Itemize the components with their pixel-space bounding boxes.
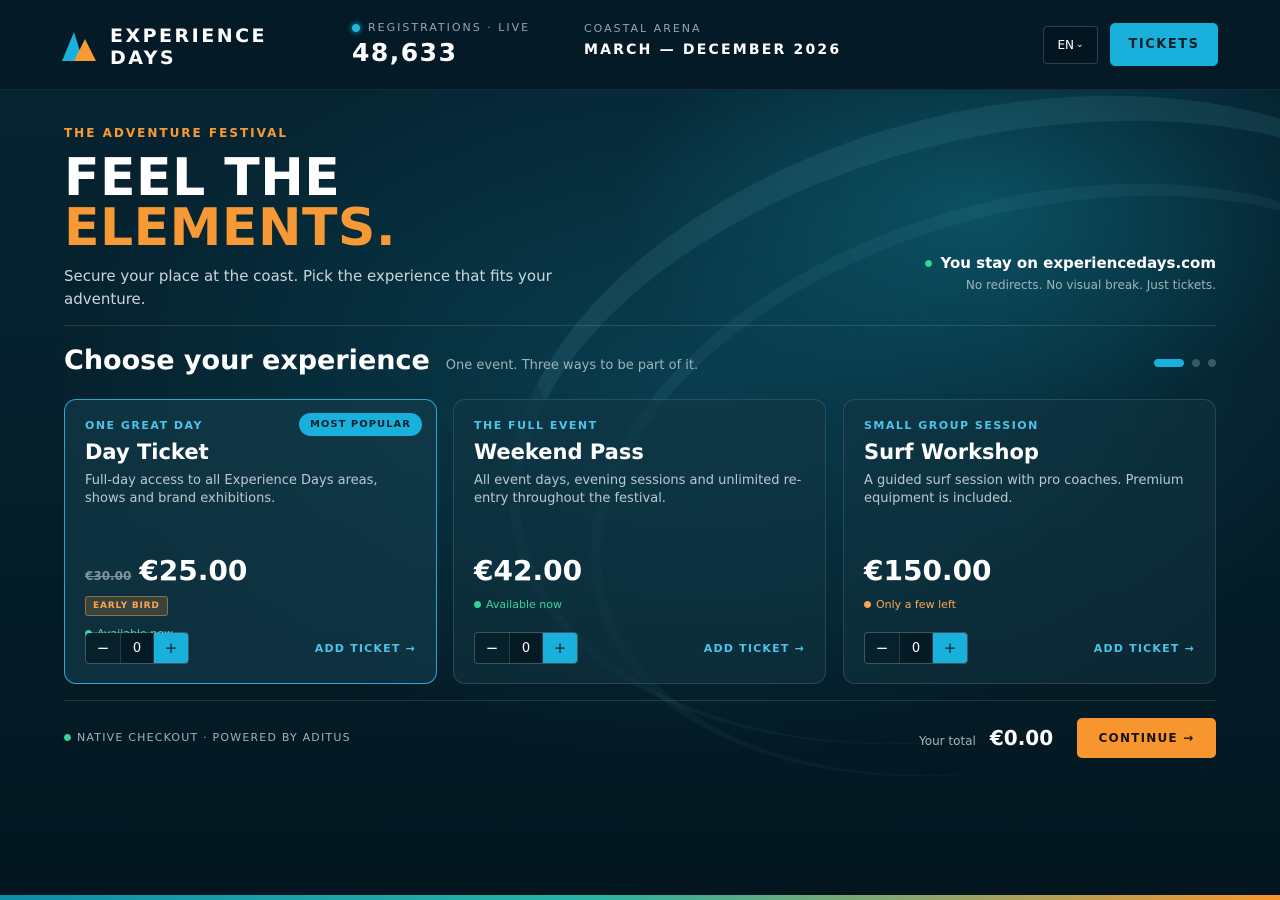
tickets-button[interactable]: TICKETS: [1110, 23, 1218, 66]
total-value: €0.00: [989, 726, 1054, 750]
ticket-card-day[interactable]: MOST POPULAR ONE GREAT DAY Day Ticket Fu…: [64, 399, 437, 684]
price-row: €150.00: [864, 554, 1195, 587]
plus-icon[interactable]: +: [154, 633, 188, 663]
minus-icon[interactable]: −: [865, 633, 899, 663]
ticket-card-weekend[interactable]: THE FULL EVENT Weekend Pass All event da…: [453, 399, 826, 684]
most-popular-badge: MOST POPULAR: [298, 413, 422, 436]
checkout-note: NATIVE CHECKOUT · POWERED BY ADITUS: [64, 731, 351, 744]
section-title: Choose your experience: [64, 345, 430, 376]
card-title: Surf Workshop: [864, 440, 1039, 464]
quantity-value[interactable]: 0: [899, 633, 933, 663]
language-selector[interactable]: EN ⌄: [1043, 26, 1098, 64]
card-description: A guided surf session with pro coaches. …: [864, 473, 1184, 506]
availability-status: Only a few left: [864, 598, 1195, 611]
card-actions: − 0 + ADD TICKET →: [85, 632, 416, 664]
venue-label: COASTAL ARENA: [584, 22, 702, 35]
bottom-accent-bar: [0, 895, 1280, 900]
quantity-value[interactable]: 0: [509, 633, 543, 663]
card-description: Full-day access to all Experience Days a…: [85, 473, 378, 506]
section-subtitle: One event. Three ways to be part of it.: [445, 358, 699, 373]
quantity-value[interactable]: 0: [120, 633, 154, 663]
divider: [64, 700, 1216, 701]
checkout-note-text: NATIVE CHECKOUT · POWERED BY ADITUS: [77, 731, 351, 744]
chevron-down-icon: ⌄: [1076, 40, 1084, 50]
quantity-stepper: − 0 +: [864, 632, 968, 664]
hero-subtitle: Secure your place at the coast. Pick the…: [64, 267, 552, 308]
registrations-counter: REGISTRATIONS · LIVE 48,633: [352, 21, 530, 67]
card-eyebrow: THE FULL EVENT: [474, 419, 598, 432]
price-row: €42.00: [474, 554, 805, 587]
venue-dates: MARCH — DECEMBER 2026: [584, 42, 842, 58]
add-ticket-button[interactable]: ADD TICKET →: [315, 642, 416, 655]
mountain-logo-icon: [62, 30, 96, 64]
plus-icon[interactable]: +: [933, 633, 967, 663]
add-ticket-button[interactable]: ADD TICKET →: [704, 642, 805, 655]
continue-button[interactable]: CONTINUE →: [1077, 718, 1216, 758]
availability-text: Available now: [486, 598, 562, 611]
card-description: All event days, evening sessions and unl…: [474, 473, 802, 506]
language-value: EN: [1057, 38, 1074, 52]
registrations-label: REGISTRATIONS · LIVE: [368, 21, 531, 34]
hero-eyebrow: THE ADVENTURE FESTIVAL: [64, 126, 289, 140]
availability-text: Only a few left: [876, 598, 956, 611]
hero-title-line-2: ELEMENTS.: [64, 198, 397, 258]
minus-icon[interactable]: −: [86, 633, 120, 663]
status-dot-icon: [64, 734, 71, 741]
card-eyebrow: SMALL GROUP SESSION: [864, 419, 1039, 432]
divider: [64, 325, 1216, 326]
pager-dot-1[interactable]: [1154, 359, 1184, 367]
availability-status: Available now: [474, 598, 805, 611]
logo[interactable]: EXPERIENCE DAYS: [62, 25, 267, 69]
price: €150.00: [864, 554, 992, 587]
hero-title: FEEL THE ELEMENTS.: [64, 152, 564, 258]
registrations-count: 48,633: [352, 38, 458, 67]
hero: THE ADVENTURE FESTIVAL FEEL THE ELEMENTS…: [64, 126, 564, 311]
pager-dot-2[interactable]: [1192, 359, 1200, 367]
stay-subtitle: No redirects. No visual break. Just tick…: [965, 278, 1216, 292]
status-dot-icon: [864, 601, 871, 608]
ticket-card-surf[interactable]: SMALL GROUP SESSION Surf Workshop A guid…: [843, 399, 1216, 684]
minus-icon[interactable]: −: [475, 633, 509, 663]
top-header: EXPERIENCE DAYS REGISTRATIONS · LIVE 48,…: [0, 0, 1280, 90]
old-price: €30.00: [85, 569, 132, 583]
status-dot-icon: [474, 601, 481, 608]
price: €42.00: [474, 554, 583, 587]
venue-info: COASTAL ARENA MARCH — DECEMBER 2026: [584, 22, 841, 58]
quantity-stepper: − 0 +: [85, 632, 189, 664]
add-ticket-button[interactable]: ADD TICKET →: [1094, 642, 1195, 655]
carousel-pager: [1154, 359, 1216, 367]
price: €25.00: [139, 554, 248, 587]
price-row: €30.00 €25.00: [85, 554, 416, 587]
stay-title: You stay on experiencedays.com: [940, 254, 1216, 272]
card-title: Weekend Pass: [474, 440, 644, 464]
card-title: Day Ticket: [85, 440, 209, 464]
section-header: Choose your experience One event. Three …: [64, 345, 698, 376]
status-dot-icon: [925, 259, 933, 267]
plus-icon[interactable]: +: [543, 633, 577, 663]
total-label: Your total: [919, 734, 976, 748]
stay-notice: You stay on experiencedays.com No redire…: [925, 254, 1216, 292]
live-dot-icon: [352, 23, 360, 32]
card-actions: − 0 + ADD TICKET →: [864, 632, 1195, 664]
early-bird-badge: EARLY BIRD: [85, 596, 168, 616]
order-total: Your total €0.00: [919, 726, 1053, 750]
pager-dot-3[interactable]: [1208, 359, 1216, 367]
logo-line-1: EXPERIENCE: [110, 25, 268, 47]
card-actions: − 0 + ADD TICKET →: [474, 632, 805, 664]
logo-line-2: DAYS: [110, 47, 177, 69]
logo-text: EXPERIENCE DAYS: [110, 25, 267, 69]
quantity-stepper: − 0 +: [474, 632, 578, 664]
